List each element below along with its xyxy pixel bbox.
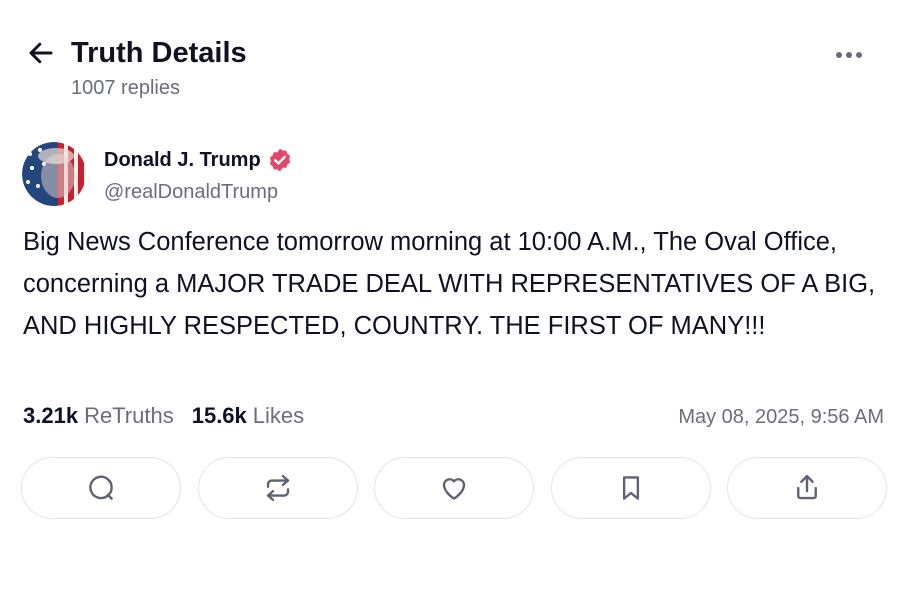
bookmark-icon	[622, 476, 639, 500]
likes-count: 15.6k	[191, 403, 247, 428]
likes-stat[interactable]: 15.6k Likes	[192, 402, 304, 430]
post-timestamp: May 08, 2025, 9:56 AM	[678, 406, 884, 428]
share-button[interactable]	[727, 457, 887, 519]
author-name: Donald J. Trump	[104, 149, 261, 171]
replies-count: 1007 replies	[71, 77, 180, 99]
share-icon	[797, 474, 817, 500]
retruth-icon	[266, 474, 289, 502]
likes-label: Likes	[252, 403, 305, 428]
bookmark-button[interactable]	[550, 457, 711, 519]
verified-badge-icon	[267, 147, 293, 173]
reply-button[interactable]	[21, 457, 181, 519]
more-options-button[interactable]	[828, 40, 870, 70]
action-bar	[21, 457, 887, 521]
page-title: Truth Details	[71, 37, 247, 69]
more-horizontal-icon	[834, 52, 864, 58]
author-handle[interactable]: @realDonaldTrump	[104, 180, 278, 204]
reply-bubble-icon	[89, 475, 113, 500]
retruths-stat[interactable]: 3.21k ReTruths	[23, 402, 174, 430]
avatar[interactable]	[22, 142, 86, 206]
post-text: Big News Conference tomorrow morning at …	[23, 228, 876, 340]
arrow-left-icon	[29, 42, 53, 64]
post-stats: 3.21k ReTruths 15.6k Likes	[23, 402, 322, 430]
like-button[interactable]	[374, 457, 534, 519]
retruths-count: 3.21k	[23, 403, 79, 428]
back-button[interactable]	[24, 36, 58, 70]
author-name-row[interactable]: Donald J. Trump	[104, 147, 293, 173]
retruths-label: ReTruths	[84, 403, 174, 428]
retruth-button[interactable]	[197, 457, 358, 519]
heart-icon	[442, 478, 466, 500]
